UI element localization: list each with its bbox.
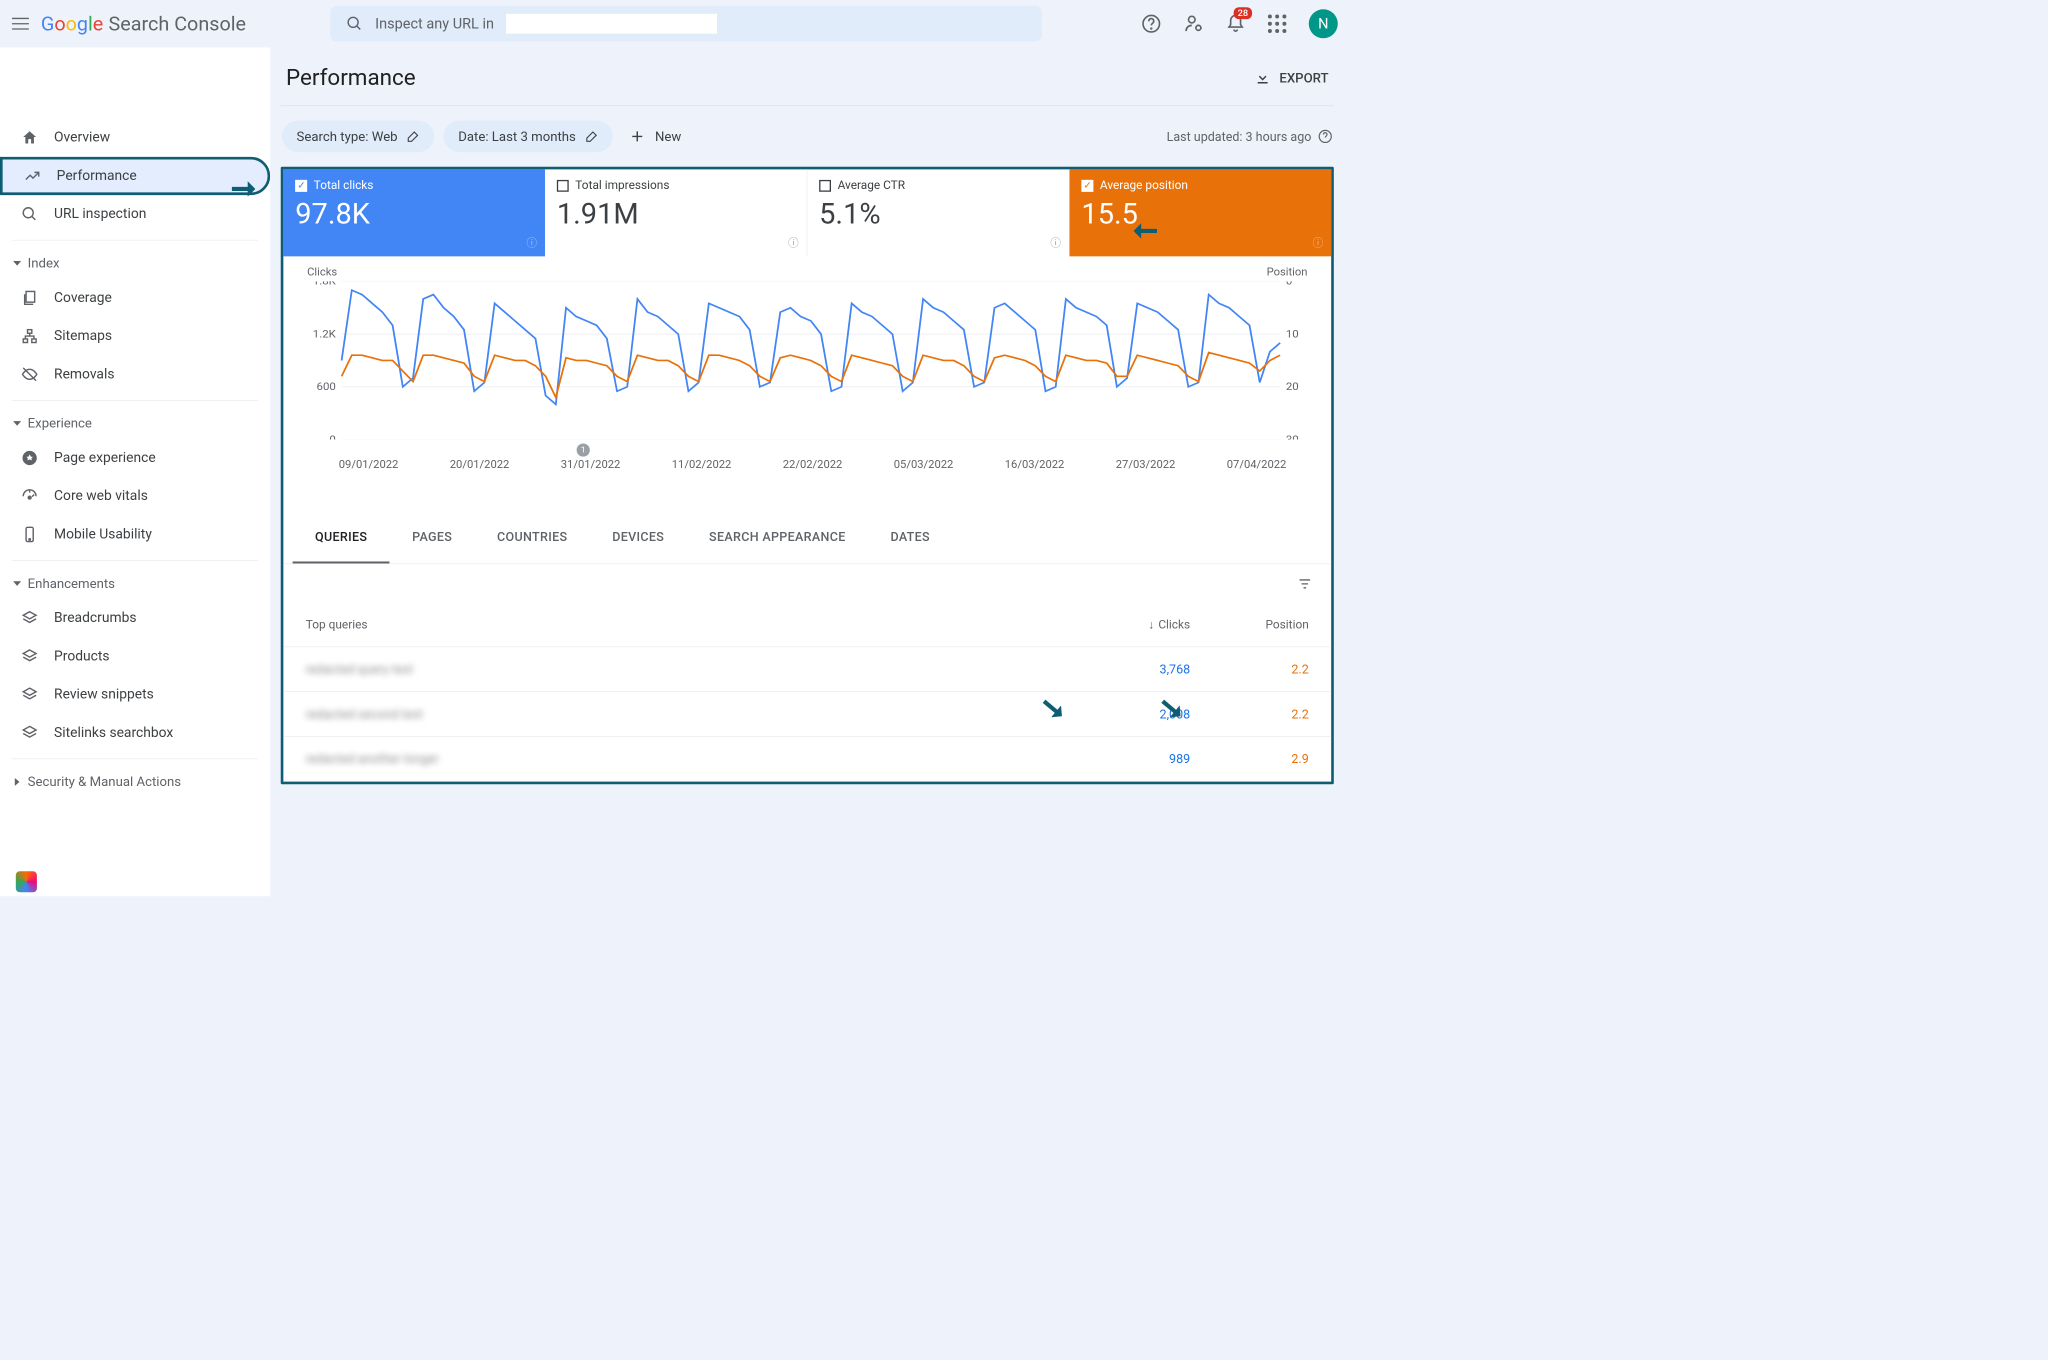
col-queries: Top queries <box>306 618 1072 632</box>
svg-text:20: 20 <box>1286 381 1299 393</box>
url-search[interactable]: Inspect any URL in <box>330 6 1042 42</box>
user-settings-icon[interactable] <box>1184 14 1204 34</box>
left-axis-label: Clicks <box>307 266 337 279</box>
sidebar-item-review-snippets[interactable]: Review snippets <box>0 675 270 713</box>
chart-annotation[interactable]: 1 <box>577 444 590 457</box>
edit-icon <box>407 130 420 143</box>
sidebar-item-coverage[interactable]: Coverage <box>0 279 270 317</box>
help-icon[interactable] <box>1141 14 1161 34</box>
search-icon <box>21 206 38 223</box>
section-security[interactable]: Security & Manual Actions <box>0 766 270 798</box>
help-icon[interactable]: ⓘ <box>527 234 538 250</box>
help-icon[interactable]: ⓘ <box>1313 234 1324 250</box>
checkbox-icon <box>819 180 831 192</box>
metric-average-position[interactable]: Average position15.5ⓘ <box>1070 169 1332 256</box>
svg-text:1.2K: 1.2K <box>313 328 336 340</box>
star-circle-icon <box>21 449 38 466</box>
sidebar-item-overview[interactable]: Overview <box>0 119 270 157</box>
layers-icon <box>21 686 38 703</box>
speed-icon <box>21 488 38 505</box>
table-row[interactable]: redacted another longer9892.9 <box>283 737 1331 782</box>
trend-icon <box>24 167 41 184</box>
checkbox-icon <box>295 180 307 192</box>
sidebar-item-products[interactable]: Products <box>0 637 270 675</box>
help-icon[interactable]: ⓘ <box>788 234 799 250</box>
pages-icon <box>21 289 38 306</box>
metric-total-impressions[interactable]: Total impressions1.91Mⓘ <box>545 169 807 256</box>
svg-text:0: 0 <box>329 433 335 439</box>
svg-text:1.8K: 1.8K <box>313 281 336 287</box>
sidebar-item-sitelinks-searchbox[interactable]: Sitelinks searchbox <box>0 714 270 752</box>
last-updated: Last updated: 3 hours ago <box>1167 129 1333 144</box>
layers-icon <box>21 610 38 627</box>
sidebar-item-core-web-vitals[interactable]: Core web vitals <box>0 477 270 515</box>
search-icon <box>346 15 363 32</box>
tab-search-appearance[interactable]: SEARCH APPEARANCE <box>687 512 868 563</box>
annotation-arrow: ➞ <box>1133 212 1158 248</box>
search-placeholder: Inspect any URL in <box>375 15 494 31</box>
tab-queries[interactable]: QUERIES <box>293 512 390 563</box>
product-name: Search Console <box>109 12 246 35</box>
mobile-icon <box>21 526 38 543</box>
plus-icon <box>629 128 646 145</box>
section-index[interactable]: Index <box>0 247 270 279</box>
notification-badge: 28 <box>1234 7 1252 19</box>
tab-pages[interactable]: PAGES <box>390 512 475 563</box>
apps-icon[interactable] <box>1268 14 1286 32</box>
filter-icon[interactable] <box>1297 576 1313 592</box>
home-icon <box>21 129 38 146</box>
checkbox-icon <box>1081 180 1093 192</box>
tab-devices[interactable]: DEVICES <box>590 512 687 563</box>
search-input-mask <box>506 14 717 34</box>
svg-text:0: 0 <box>1286 281 1292 287</box>
sidebar-item-sitemaps[interactable]: Sitemaps <box>0 317 270 355</box>
avatar[interactable]: N <box>1309 9 1338 38</box>
edit-icon <box>585 130 598 143</box>
section-enhancements[interactable]: Enhancements <box>0 567 270 599</box>
sitemap-icon <box>21 328 38 345</box>
col-clicks[interactable]: ↓Clicks <box>1072 618 1191 632</box>
metric-average-ctr[interactable]: Average CTR5.1%ⓘ <box>807 169 1069 256</box>
help-icon[interactable]: ⓘ <box>1050 234 1061 250</box>
property-selector[interactable] <box>12 61 258 107</box>
add-filter[interactable]: New <box>622 128 681 145</box>
checkbox-icon <box>557 180 569 192</box>
sidebar-item-breadcrumbs[interactable]: Breadcrumbs <box>0 599 270 637</box>
filter-search-type[interactable]: Search type: Web <box>282 121 434 153</box>
hide-icon <box>21 366 38 383</box>
tab-countries[interactable]: COUNTRIES <box>475 512 590 563</box>
sidebar-item-mobile-usability[interactable]: Mobile Usability <box>0 515 270 553</box>
sidebar-item-page-experience[interactable]: Page experience <box>0 439 270 477</box>
layers-icon <box>21 724 38 741</box>
logo: Google Search Console <box>41 12 246 35</box>
export-button[interactable]: EXPORT <box>1254 69 1328 86</box>
svg-text:600: 600 <box>317 381 336 393</box>
menu-icon[interactable] <box>12 15 29 32</box>
help-icon[interactable] <box>1318 129 1332 143</box>
notifications-icon[interactable]: 28 <box>1226 14 1246 34</box>
tab-dates[interactable]: DATES <box>868 512 952 563</box>
page-title: Performance <box>286 65 416 91</box>
download-icon <box>1254 69 1271 86</box>
col-position[interactable]: Position <box>1190 618 1309 632</box>
right-axis-label: Position <box>1267 266 1308 279</box>
svg-text:30: 30 <box>1286 433 1299 439</box>
layers-icon <box>21 648 38 665</box>
section-experience[interactable]: Experience <box>0 407 270 439</box>
sidebar-item-removals[interactable]: Removals <box>0 355 270 393</box>
svg-text:10: 10 <box>1286 328 1299 340</box>
filter-date[interactable]: Date: Last 3 months <box>444 121 613 153</box>
metric-total-clicks[interactable]: Total clicks97.8Kⓘ <box>283 169 545 256</box>
line-chart: 06001.2K1.8K0102030 1 <box>306 281 1309 439</box>
annotation-arrow: ➞ <box>231 170 256 206</box>
extension-icon[interactable] <box>16 871 37 892</box>
